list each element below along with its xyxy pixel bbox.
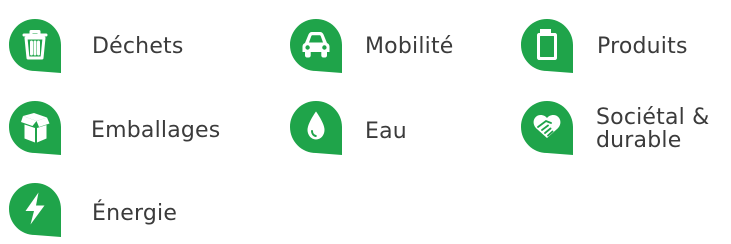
category-societal-durable[interactable]: Sociétal & durable <box>519 99 731 159</box>
category-label: Emballages <box>91 118 221 143</box>
category-label: Produits <box>597 34 688 59</box>
category-label: Mobilité <box>365 34 454 59</box>
category-emballages[interactable]: Emballages <box>7 99 267 159</box>
box-icon <box>7 99 63 156</box>
category-dechets[interactable]: Déchets <box>7 17 237 77</box>
category-mobilite[interactable]: Mobilité <box>288 17 488 77</box>
category-label: Eau <box>365 119 407 144</box>
car-icon <box>288 17 344 74</box>
category-produits[interactable]: Produits <box>519 17 719 77</box>
category-label: Déchets <box>92 34 184 59</box>
water-drop-icon <box>288 99 344 156</box>
category-label-line-1: Sociétal & <box>596 105 710 130</box>
handshake-icon <box>519 99 575 156</box>
trash-icon <box>7 17 63 74</box>
category-energie[interactable]: Énergie <box>7 181 227 241</box>
bottle-icon <box>519 17 575 74</box>
category-label: Sociétal & durable <box>596 106 710 152</box>
category-label-line-2: durable <box>596 128 682 153</box>
lightning-icon <box>7 181 63 238</box>
category-label: Énergie <box>92 201 178 226</box>
category-eau[interactable]: Eau <box>288 99 448 159</box>
